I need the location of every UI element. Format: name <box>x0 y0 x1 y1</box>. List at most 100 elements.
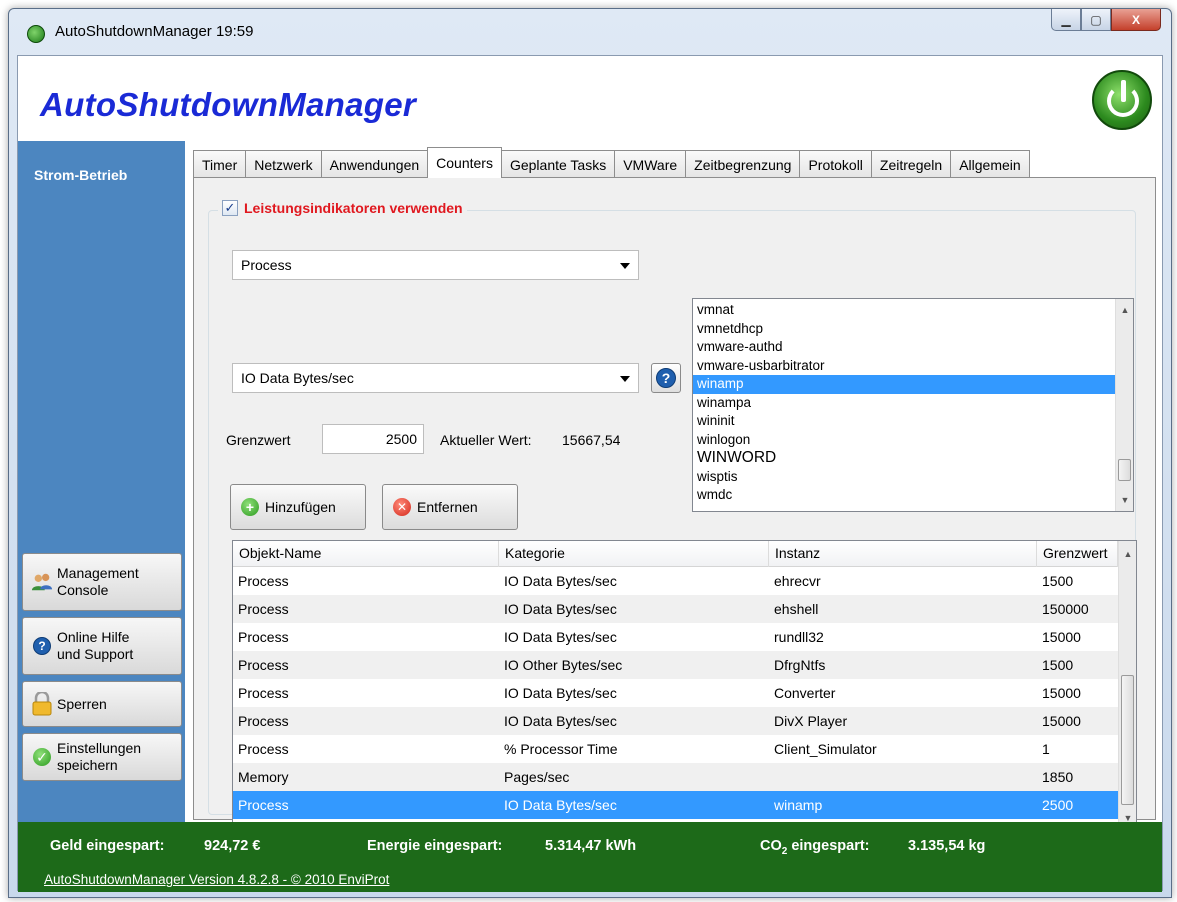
table-row[interactable]: Memory Pages/sec 1850 <box>233 763 1118 791</box>
list-item[interactable]: wininit <box>693 412 1133 431</box>
threshold-label: Grenzwert <box>226 432 291 448</box>
scroll-up-icon[interactable]: ▲ <box>1116 301 1133 319</box>
cell-object: Process <box>238 657 289 673</box>
list-item[interactable]: wisptis <box>693 468 1133 487</box>
management-console-button[interactable]: Management Console <box>22 553 182 611</box>
threshold-input[interactable]: 2500 <box>322 424 424 454</box>
cell-object: Process <box>238 797 289 813</box>
list-item[interactable]: vmware-usbarbitrator <box>693 357 1133 376</box>
table-row-selected[interactable]: Process IO Data Bytes/sec winamp 2500 <box>233 791 1118 819</box>
list-item[interactable]: winampa <box>693 394 1133 413</box>
table-row[interactable]: Process IO Other Bytes/sec DfrgNtfs 1500 <box>233 651 1118 679</box>
column-kategorie[interactable]: Kategorie <box>499 541 769 567</box>
cell-instance: ehrecvr <box>774 573 821 589</box>
cell-object: Process <box>238 601 289 617</box>
add-button[interactable]: + Hinzufügen <box>230 484 366 530</box>
table-row[interactable]: Process IO Data Bytes/sec ehrecvr 1500 <box>233 567 1118 595</box>
close-button[interactable]: X <box>1111 9 1161 31</box>
tab-anwendungen[interactable]: Anwendungen <box>320 150 429 178</box>
help-icon: ? <box>31 635 53 657</box>
list-item-selected[interactable]: winamp <box>693 375 1125 394</box>
column-grenzwert[interactable]: Grenzwert <box>1037 541 1118 567</box>
use-counters-checkbox[interactable]: ✓ <box>222 200 238 216</box>
cell-threshold: 1 <box>1042 741 1050 757</box>
users-icon <box>31 571 53 593</box>
table-scrollbar[interactable]: ▲ ▼ <box>1118 541 1136 829</box>
cell-category: IO Data Bytes/sec <box>504 685 617 701</box>
scroll-thumb[interactable] <box>1118 459 1131 481</box>
brand-title: AutoShutdownManager <box>40 86 416 123</box>
list-item[interactable]: WINWORD <box>693 449 1133 468</box>
counter-select-value: IO Data Bytes/sec <box>241 370 354 386</box>
cell-category: Pages/sec <box>504 769 570 785</box>
chevron-down-icon <box>620 376 630 382</box>
list-item[interactable]: wmdc <box>693 486 1133 505</box>
group-title: Leistungsindikatoren verwenden <box>244 200 463 216</box>
current-value-label: Aktueller Wert: <box>440 432 532 448</box>
object-select[interactable]: Process <box>232 250 639 280</box>
window-controls: ▁ ▢ X <box>1051 9 1161 31</box>
table-row[interactable]: Process IO Data Bytes/sec Converter 1500… <box>233 679 1118 707</box>
tab-zeitbegrenzung[interactable]: Zeitbegrenzung <box>685 150 801 178</box>
tab-vmware[interactable]: VMWare <box>614 150 687 178</box>
list-item[interactable]: winlogon <box>693 431 1133 450</box>
management-console-label-2: Console <box>57 582 109 598</box>
cell-category: % Processor Time <box>504 741 618 757</box>
title-bar[interactable]: AutoShutdownManager 19:59 ▁ ▢ X <box>9 9 1171 55</box>
chevron-down-icon <box>620 263 630 269</box>
scroll-down-icon[interactable]: ▼ <box>1116 491 1133 509</box>
table-row[interactable]: Process IO Data Bytes/sec rundll32 15000 <box>233 623 1118 651</box>
counter-help-button[interactable]: ? <box>651 363 681 393</box>
column-instanz[interactable]: Instanz <box>769 541 1037 567</box>
tab-geplante-tasks[interactable]: Geplante Tasks <box>500 150 616 178</box>
tab-zeitregeln[interactable]: Zeitregeln <box>870 150 952 178</box>
list-item[interactable]: vmware-authd <box>693 338 1133 357</box>
tab-counters[interactable]: Counters <box>427 147 502 178</box>
version-link[interactable]: AutoShutdownManager Version 4.8.2.8 - © … <box>44 872 389 887</box>
power-logo-icon <box>1092 70 1152 130</box>
minimize-button[interactable]: ▁ <box>1051 9 1081 31</box>
table-row[interactable]: Process IO Data Bytes/sec DivX Player 15… <box>233 707 1118 735</box>
cell-category: IO Data Bytes/sec <box>504 713 617 729</box>
cell-object: Process <box>238 685 289 701</box>
cell-object: Process <box>238 713 289 729</box>
scroll-thumb[interactable] <box>1121 675 1134 805</box>
tab-allgemein[interactable]: Allgemein <box>950 150 1030 178</box>
energy-saved-label: Energie eingespart: <box>367 838 503 854</box>
tab-netzwerk[interactable]: Netzwerk <box>245 150 322 178</box>
list-item[interactable]: vmnat <box>693 301 1133 320</box>
list-item[interactable]: vmnetdhcp <box>693 320 1133 339</box>
tab-timer[interactable]: Timer <box>193 150 247 178</box>
maximize-button[interactable]: ▢ <box>1081 9 1111 31</box>
cell-threshold: 150000 <box>1042 601 1089 617</box>
table-row[interactable]: Process IO Data Bytes/sec ehshell 150000 <box>233 595 1118 623</box>
remove-button[interactable]: ✕ Entfernen <box>382 484 518 530</box>
tab-strip: Timer Netzwerk Anwendungen Counters Gepl… <box>193 147 1030 178</box>
lock-label: Sperren <box>57 695 107 712</box>
money-saved-value: 924,72 € <box>204 838 261 854</box>
table-row[interactable]: Process % Processor Time Client_Simulato… <box>233 735 1118 763</box>
remove-button-label: Entfernen <box>417 499 478 515</box>
online-help-button[interactable]: ? Online Hilfe und Support <box>22 617 182 675</box>
instance-list[interactable]: vmnat vmnetdhcp vmware-authd vmware-usba… <box>692 298 1134 512</box>
cell-instance: rundll32 <box>774 629 824 645</box>
management-console-label-1: Management <box>57 565 139 581</box>
counter-select[interactable]: IO Data Bytes/sec <box>232 363 639 393</box>
tab-protokoll[interactable]: Protokoll <box>799 150 872 178</box>
remove-icon: ✕ <box>393 498 411 516</box>
co2-saved-value: 3.135,54 kg <box>908 838 986 854</box>
cell-category: IO Data Bytes/sec <box>504 601 617 617</box>
cell-instance: ehshell <box>774 601 819 617</box>
instance-list-scrollbar[interactable]: ▲ ▼ <box>1115 299 1133 511</box>
window-title: AutoShutdownManager 19:59 <box>55 23 254 40</box>
lock-button[interactable]: Sperren <box>22 681 182 727</box>
energy-saved-value: 5.314,47 kWh <box>545 838 637 854</box>
group-legend: ✓ Leistungsindikatoren verwenden <box>218 200 467 216</box>
plus-icon: + <box>241 498 259 516</box>
save-settings-button[interactable]: ✓ Einstellungen speichern <box>22 733 182 781</box>
cell-object: Memory <box>238 769 289 785</box>
scroll-up-icon[interactable]: ▲ <box>1119 545 1136 563</box>
cell-category: IO Data Bytes/sec <box>504 797 617 813</box>
co2-saved-label: CO2 eingespart: <box>760 838 870 857</box>
column-objekt-name[interactable]: Objekt-Name <box>233 541 499 567</box>
